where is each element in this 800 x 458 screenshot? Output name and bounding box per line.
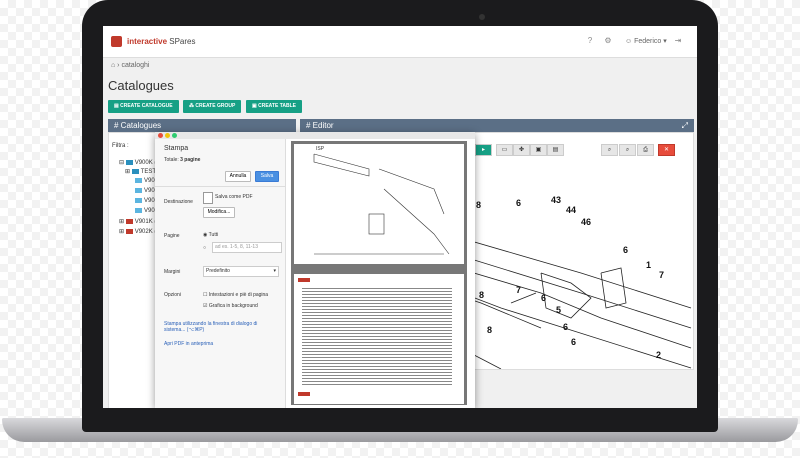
part-number: 6 [516,198,521,208]
preview-page-2 [294,274,464,404]
create-catalogue-button[interactable]: ▤ CREATE CATALOGUE [108,100,179,113]
breadcrumb: ⌂ › cataloghi [111,62,150,69]
preview-drawing [313,153,450,255]
destination-value: Salva come PDF [215,194,253,200]
editor-tool-button[interactable]: ▭ [496,144,513,156]
tree-item[interactable]: ⊟ V900K ( [119,159,156,166]
help-icon[interactable]: ? [585,36,595,46]
tree-item[interactable]: V90 [135,198,155,204]
system-dialog-link[interactable]: Stampa utilizzando la finestra di dialog… [164,321,274,333]
change-destination-button[interactable]: Modifica... [203,207,235,218]
margins-label: Margini [164,269,181,275]
part-number: 44 [566,205,576,215]
print-settings: Stampa Totale: 3 pagine Annulla Salva De… [155,139,286,408]
pdf-icon [203,192,213,204]
save-button[interactable]: Salva [255,171,279,182]
tree-item[interactable]: V90 [135,178,155,184]
part-number: 7 [659,270,664,280]
destination-label: Destinazione [164,199,193,205]
create-group-button[interactable]: ⁂ CREATE GROUP [183,100,242,113]
cancel-button[interactable]: Annulla [225,171,251,182]
part-number: 8 [476,200,481,210]
editor-tool-button[interactable]: ▤ [547,144,564,156]
create-table-button[interactable]: ▣ CREATE TABLE [246,100,302,113]
delete-icon[interactable]: ✕ [658,144,675,156]
tree-item[interactable]: ⊞ TEST [125,168,156,175]
part-number: 6 [563,322,568,332]
expand-icon[interactable]: ⤢ [682,119,688,132]
editor-panel-header: # Editor ⤢ [300,119,694,132]
margins-select[interactable]: Predefinito ▾ [203,266,279,277]
tree-item[interactable]: V90 [135,208,155,214]
minimize-dot-icon[interactable] [165,133,170,138]
part-number: 7 [516,285,521,295]
chevron-down-icon: ▾ [273,268,276,274]
editor-tool-button[interactable]: ▣ [530,144,547,156]
part-number: 8 [479,290,484,300]
pages-all-radio[interactable]: ◉ Tutti [203,232,218,238]
close-dot-icon[interactable] [158,133,163,138]
zoom-out-icon[interactable]: ⌕ [619,144,636,156]
print-dialog: Stampa Totale: 3 pagine Annulla Salva De… [155,132,475,408]
logout-icon[interactable]: ⇥ [673,36,683,46]
logo-icon [111,36,122,47]
camera [479,14,485,20]
total-pages: Totale: 3 pagine [164,157,201,163]
filter-label: Filtra : [112,143,129,149]
maximize-dot-icon[interactable] [172,133,177,138]
part-number: 6 [623,245,628,255]
part-number: 46 [581,217,591,227]
sheet-logo-icon [298,392,310,396]
home-icon[interactable]: ⌂ [111,62,115,69]
tree-item[interactable]: ⊞ V902K ( [119,228,156,235]
divider [155,186,285,187]
top-navbar: interactive SPares ? ⚙ ☺ Federico ▾ ⇥ [103,26,697,58]
dialog-title: Stampa [164,145,189,152]
user-menu[interactable]: ☺ Federico ▾ [625,37,667,45]
options-label: Opzioni [164,292,181,298]
open-pdf-link[interactable]: Apri PDF in anteprima [164,341,213,347]
zoom-in-icon[interactable]: ⌕ [601,144,618,156]
print-preview[interactable]: ISP [291,141,467,405]
breadcrumb-current[interactable]: cataloghi [121,62,149,69]
app-screen: interactive SPares ? ⚙ ☺ Federico ▾ ⇥ ⌂ … [103,26,697,408]
tree-item[interactable]: V90 [135,188,155,194]
pages-range-radio[interactable]: ○ [203,245,206,251]
pages-label: Pagine [164,233,180,239]
settings-icon[interactable]: ⚙ [603,36,613,46]
dialog-titlebar [155,132,475,139]
editor-tool-button[interactable]: ▸ [475,144,492,156]
page-title: Catalogues [108,78,174,93]
part-number: 8 [487,325,492,335]
pages-range-input[interactable]: ad es. 1-5, 8, 11-13 [212,242,282,253]
headers-checkbox[interactable]: ☐ Intestazioni e piè di pagina [203,292,268,298]
print-icon[interactable]: ⎙ [637,144,654,156]
part-number: 6 [571,337,576,347]
parts-table [302,286,452,386]
part-number: 2 [656,350,661,360]
app-logo[interactable]: interactive SPares [127,37,195,46]
part-number: 5 [556,305,561,315]
editor-tool-button[interactable]: ✤ [513,144,530,156]
part-number: 6 [541,293,546,303]
sheet-logo-icon [298,278,310,282]
background-graphics-checkbox[interactable]: ☑ Grafica in background [203,303,258,309]
preview-page-1: ISP [294,144,464,264]
part-number: 43 [551,195,561,205]
tree-item[interactable]: ⊞ V901K ( [119,218,156,225]
part-number: 1 [646,260,651,270]
catalogues-panel-header: # Catalogues [108,119,296,132]
